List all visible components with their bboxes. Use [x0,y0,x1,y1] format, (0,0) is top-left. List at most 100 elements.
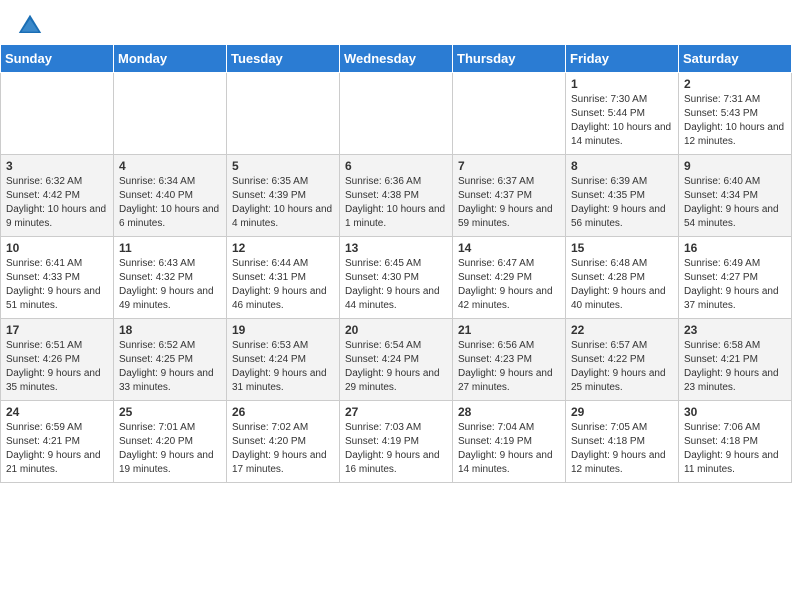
calendar-header-cell: Thursday [453,45,566,73]
day-info: Sunrise: 6:57 AM Sunset: 4:22 PM Dayligh… [571,339,673,395]
day-info: Sunrise: 7:03 AM Sunset: 4:19 PM Dayligh… [345,421,447,477]
calendar-header-cell: Saturday [679,45,792,73]
calendar-week-row: 3 Sunrise: 6:32 AM Sunset: 4:42 PM Daylig… [1,155,792,237]
calendar-day-cell: 14 Sunrise: 6:47 AM Sunset: 4:29 PM Dayli… [453,237,566,319]
day-info: Sunrise: 6:53 AM Sunset: 4:24 PM Dayligh… [232,339,334,395]
calendar-day-cell: 16 Sunrise: 6:49 AM Sunset: 4:27 PM Dayli… [679,237,792,319]
day-number: 28 [458,405,560,419]
day-info: Sunrise: 7:30 AM Sunset: 5:44 PM Dayligh… [571,93,673,149]
day-number: 21 [458,323,560,337]
calendar-day-cell: 21 Sunrise: 6:56 AM Sunset: 4:23 PM Dayli… [453,319,566,401]
calendar-day-cell: 1 Sunrise: 7:30 AM Sunset: 5:44 PM Daylig… [566,73,679,155]
calendar-header-cell: Monday [114,45,227,73]
day-number: 30 [684,405,786,419]
day-info: Sunrise: 6:51 AM Sunset: 4:26 PM Dayligh… [6,339,108,395]
day-number: 20 [345,323,447,337]
day-info: Sunrise: 7:02 AM Sunset: 4:20 PM Dayligh… [232,421,334,477]
day-number: 15 [571,241,673,255]
calendar-day-cell: 22 Sunrise: 6:57 AM Sunset: 4:22 PM Dayli… [566,319,679,401]
day-number: 6 [345,159,447,173]
calendar-day-cell [453,73,566,155]
day-info: Sunrise: 6:52 AM Sunset: 4:25 PM Dayligh… [119,339,221,395]
day-number: 9 [684,159,786,173]
day-info: Sunrise: 7:04 AM Sunset: 4:19 PM Dayligh… [458,421,560,477]
day-info: Sunrise: 6:47 AM Sunset: 4:29 PM Dayligh… [458,257,560,313]
day-number: 12 [232,241,334,255]
day-number: 5 [232,159,334,173]
day-number: 7 [458,159,560,173]
calendar-day-cell: 27 Sunrise: 7:03 AM Sunset: 4:19 PM Dayli… [340,401,453,483]
calendar-header: SundayMondayTuesdayWednesdayThursdayFrid… [1,45,792,73]
calendar-table: SundayMondayTuesdayWednesdayThursdayFrid… [0,44,792,483]
calendar-day-cell: 8 Sunrise: 6:39 AM Sunset: 4:35 PM Daylig… [566,155,679,237]
calendar-day-cell: 18 Sunrise: 6:52 AM Sunset: 4:25 PM Dayli… [114,319,227,401]
day-info: Sunrise: 7:05 AM Sunset: 4:18 PM Dayligh… [571,421,673,477]
day-info: Sunrise: 6:44 AM Sunset: 4:31 PM Dayligh… [232,257,334,313]
calendar-day-cell [114,73,227,155]
day-number: 16 [684,241,786,255]
day-number: 23 [684,323,786,337]
day-number: 3 [6,159,108,173]
day-info: Sunrise: 6:49 AM Sunset: 4:27 PM Dayligh… [684,257,786,313]
day-info: Sunrise: 6:43 AM Sunset: 4:32 PM Dayligh… [119,257,221,313]
calendar-day-cell: 12 Sunrise: 6:44 AM Sunset: 4:31 PM Dayli… [227,237,340,319]
calendar-day-cell: 11 Sunrise: 6:43 AM Sunset: 4:32 PM Dayli… [114,237,227,319]
calendar-header-cell: Tuesday [227,45,340,73]
day-info: Sunrise: 6:58 AM Sunset: 4:21 PM Dayligh… [684,339,786,395]
calendar-day-cell: 24 Sunrise: 6:59 AM Sunset: 4:21 PM Dayli… [1,401,114,483]
day-number: 1 [571,77,673,91]
day-info: Sunrise: 7:06 AM Sunset: 4:18 PM Dayligh… [684,421,786,477]
day-number: 24 [6,405,108,419]
calendar-day-cell: 23 Sunrise: 6:58 AM Sunset: 4:21 PM Dayli… [679,319,792,401]
calendar-day-cell: 2 Sunrise: 7:31 AM Sunset: 5:43 PM Daylig… [679,73,792,155]
calendar-day-cell: 15 Sunrise: 6:48 AM Sunset: 4:28 PM Dayli… [566,237,679,319]
calendar-day-cell: 13Sunrise: 6:45 AM Sunset: 4:30 PM Dayli… [340,237,453,319]
calendar-header-row: SundayMondayTuesdayWednesdayThursdayFrid… [1,45,792,73]
calendar-day-cell: 17Sunrise: 6:51 AM Sunset: 4:26 PM Dayli… [1,319,114,401]
calendar-header-cell: Wednesday [340,45,453,73]
calendar-day-cell: 19Sunrise: 6:53 AM Sunset: 4:24 PM Dayli… [227,319,340,401]
day-number: 29 [571,405,673,419]
day-info: Sunrise: 6:41 AM Sunset: 4:33 PM Dayligh… [6,257,108,313]
day-info: Sunrise: 6:54 AM Sunset: 4:24 PM Dayligh… [345,339,447,395]
day-number: 22 [571,323,673,337]
day-number: 25 [119,405,221,419]
day-info: Sunrise: 6:32 AM Sunset: 4:42 PM Dayligh… [6,175,108,231]
day-info: Sunrise: 6:34 AM Sunset: 4:40 PM Dayligh… [119,175,221,231]
day-number: 27 [345,405,447,419]
calendar-header-cell: Sunday [1,45,114,73]
calendar-body: 1 Sunrise: 7:30 AM Sunset: 5:44 PM Daylig… [1,73,792,483]
day-number: 18 [119,323,221,337]
calendar-day-cell: 26Sunrise: 7:02 AM Sunset: 4:20 PM Dayli… [227,401,340,483]
calendar-day-cell: 7 Sunrise: 6:37 AM Sunset: 4:37 PM Daylig… [453,155,566,237]
calendar-day-cell: 25 Sunrise: 7:01 AM Sunset: 4:20 PM Dayli… [114,401,227,483]
day-info: Sunrise: 6:35 AM Sunset: 4:39 PM Dayligh… [232,175,334,231]
logo-icon [16,12,44,40]
day-info: Sunrise: 6:59 AM Sunset: 4:21 PM Dayligh… [6,421,108,477]
day-number: 13 [345,241,447,255]
day-info: Sunrise: 7:01 AM Sunset: 4:20 PM Dayligh… [119,421,221,477]
day-info: Sunrise: 6:39 AM Sunset: 4:35 PM Dayligh… [571,175,673,231]
calendar-day-cell [227,73,340,155]
calendar-day-cell: 5 Sunrise: 6:35 AM Sunset: 4:39 PM Daylig… [227,155,340,237]
day-info: Sunrise: 6:48 AM Sunset: 4:28 PM Dayligh… [571,257,673,313]
day-info: Sunrise: 6:37 AM Sunset: 4:37 PM Dayligh… [458,175,560,231]
day-number: 14 [458,241,560,255]
page-header [0,0,792,44]
calendar-day-cell [340,73,453,155]
day-number: 8 [571,159,673,173]
calendar-day-cell: 3 Sunrise: 6:32 AM Sunset: 4:42 PM Daylig… [1,155,114,237]
day-info: Sunrise: 6:56 AM Sunset: 4:23 PM Dayligh… [458,339,560,395]
day-number: 2 [684,77,786,91]
day-number: 11 [119,241,221,255]
calendar-day-cell: 28 Sunrise: 7:04 AM Sunset: 4:19 PM Dayli… [453,401,566,483]
calendar-header-cell: Friday [566,45,679,73]
day-number: 4 [119,159,221,173]
day-info: Sunrise: 6:36 AM Sunset: 4:38 PM Dayligh… [345,175,447,231]
calendar-day-cell: 20 Sunrise: 6:54 AM Sunset: 4:24 PM Dayli… [340,319,453,401]
day-number: 10 [6,241,108,255]
calendar-day-cell [1,73,114,155]
day-info: Sunrise: 7:31 AM Sunset: 5:43 PM Dayligh… [684,93,786,149]
calendar-week-row: 10 Sunrise: 6:41 AM Sunset: 4:33 PM Dayli… [1,237,792,319]
calendar-week-row: 24 Sunrise: 6:59 AM Sunset: 4:21 PM Dayli… [1,401,792,483]
